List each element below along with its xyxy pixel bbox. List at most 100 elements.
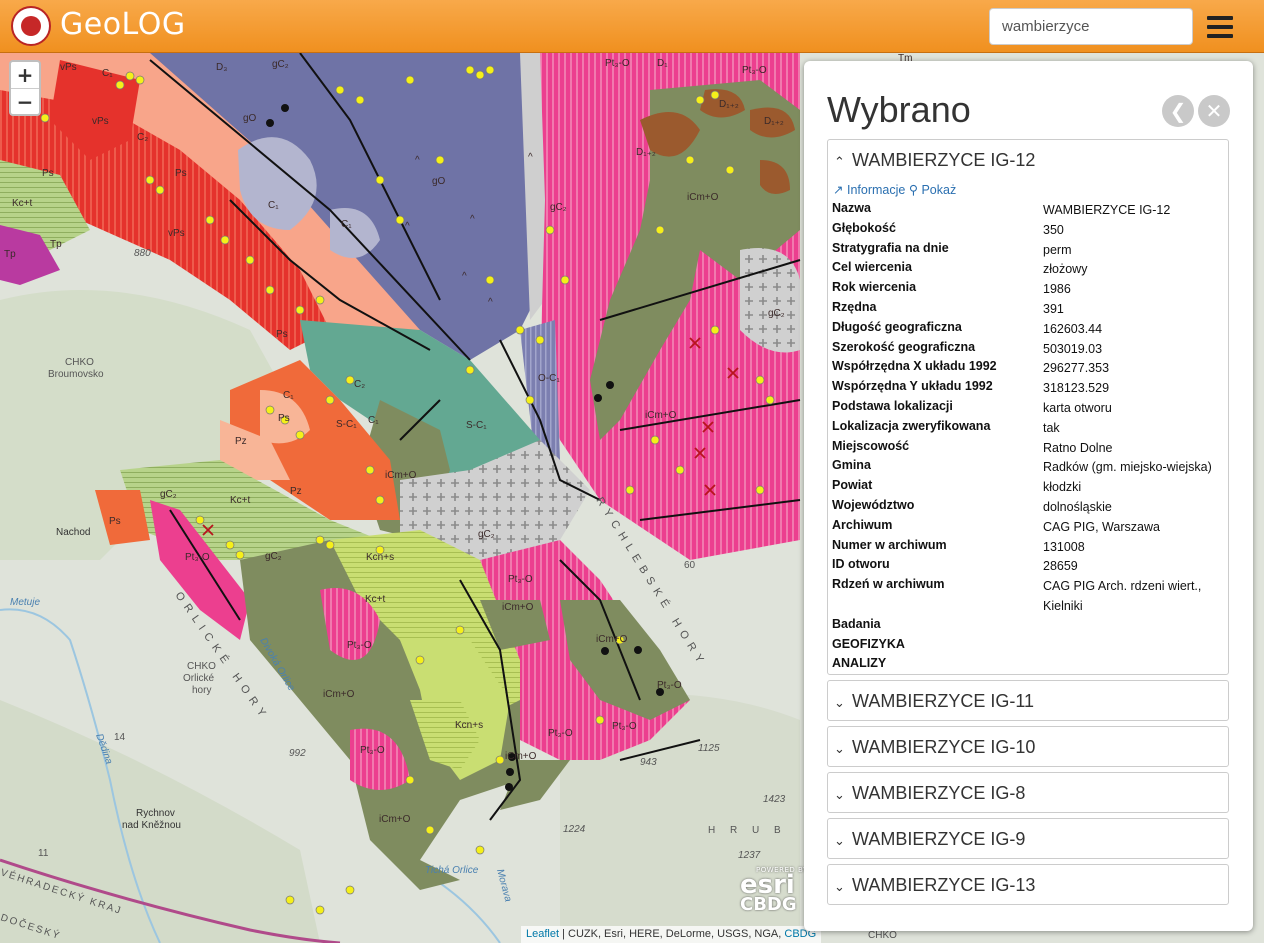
map-label: C₁: [341, 219, 352, 230]
map-label: iCm+O: [385, 470, 417, 481]
detail-value: dolnośląskie: [1043, 499, 1112, 514]
app-title[interactable]: GeoLOG: [60, 7, 186, 42]
map-label: C₁: [268, 200, 279, 211]
map-label: gC₂: [768, 308, 785, 319]
map-label: Ps: [42, 168, 54, 179]
detail-value: 391: [1043, 301, 1064, 316]
map-label: D₁₊₂: [636, 147, 656, 158]
detail-key: Nazwa: [832, 201, 871, 215]
chevron-down-icon: ⌄: [834, 742, 845, 757]
esri-wordmark: esri: [740, 870, 795, 900]
borehole-accordion[interactable]: ⌄ WAMBIERZYCE IG-11: [827, 680, 1229, 721]
borehole-accordion[interactable]: ⌄ WAMBIERZYCE IG-9: [827, 818, 1229, 859]
map-marker-icon: ⚲: [908, 183, 918, 197]
detail-value: 28659: [1043, 559, 1078, 574]
map-label: Ps: [109, 516, 121, 527]
borehole-accordion[interactable]: ⌄ WAMBIERZYCE IG-10: [827, 726, 1229, 767]
map-label: C₁: [102, 68, 113, 79]
external-link-icon: ↗: [833, 183, 844, 197]
detail-value: Ratno Dolne: [1043, 440, 1113, 455]
detail-key: Szerokość geograficzna: [832, 339, 976, 354]
show-link[interactable]: Pokaż: [921, 183, 956, 197]
detail-key: Rdzeń w archiwum: [832, 577, 945, 592]
map-label: nad Kněžnou: [122, 820, 181, 831]
map-label: ^: [528, 152, 533, 163]
map-label: Ps: [278, 413, 290, 424]
geolog-logo-icon[interactable]: [11, 6, 51, 46]
detail-key: Głębokość: [832, 220, 896, 235]
app-header: GeoLOG wambierzyce: [0, 0, 1264, 53]
map-label: Nachod: [56, 527, 90, 538]
map-label: 880: [134, 248, 151, 259]
chevron-up-icon: ⌃: [834, 155, 845, 170]
zoom-control: + −: [9, 60, 41, 116]
map-label: Kc+t: [365, 594, 386, 605]
panel-title: Wybrano: [827, 89, 971, 130]
detail-value: kłodzki: [1043, 480, 1082, 495]
detail-value: Radków (gm. miejsko-wiejska): [1043, 460, 1212, 475]
back-arrow-icon[interactable]: ❮: [1162, 95, 1194, 127]
detail-value: WAMBIERZYCE IG-12: [1043, 203, 1171, 217]
map-label: CHKO: [65, 357, 94, 368]
map-label: vPs: [92, 116, 109, 127]
detail-value: perm: [1043, 242, 1072, 257]
borehole-name: WAMBIERZYCE IG-10: [852, 737, 1036, 757]
map-label: ^: [405, 221, 410, 232]
map-label: Pt₃-O: [360, 745, 385, 756]
detail-key: Cel wiercenia: [832, 260, 912, 275]
search-input[interactable]: wambierzyce: [989, 8, 1193, 45]
leaflet-link[interactable]: Leaflet: [526, 928, 559, 940]
borehole-accordion[interactable]: ⌄ WAMBIERZYCE IG-8: [827, 772, 1229, 813]
detail-value: karta otworu: [1043, 400, 1112, 415]
info-link[interactable]: Informacje: [847, 183, 905, 197]
detail-key: Rzędna: [832, 299, 877, 314]
map-label: gC₂: [550, 202, 567, 213]
detail-value: CAG PIG Arch. rdzeni wiert., Kielniki: [1043, 579, 1202, 613]
map-label: H R U B: [708, 825, 787, 836]
zoom-in-button[interactable]: +: [11, 62, 39, 89]
map-label: hory: [192, 685, 211, 696]
map-label: Pt₃-O: [657, 680, 682, 691]
zoom-out-button[interactable]: −: [11, 89, 39, 115]
detail-value: CAG PIG, Warszawa: [1043, 519, 1160, 534]
map-label: vPs: [60, 62, 77, 73]
selection-panel: Wybrano ❮ ✕ ⌃ WAMBIERZYCE IG-12 ↗ Informa…: [804, 61, 1253, 931]
detail-key: Archiwum: [832, 517, 893, 532]
map-label: C₁: [368, 415, 379, 426]
map-label: Broumovsko: [48, 369, 104, 380]
chevron-down-icon: ⌄: [834, 788, 845, 803]
map-label: 60: [684, 560, 696, 571]
map-label: iCm+O: [596, 634, 628, 645]
map-label: D₃: [216, 62, 227, 73]
detail-key: Stratygrafia na dnie: [832, 240, 949, 255]
detail-key: Powiat: [832, 478, 873, 493]
menu-hamburger-icon[interactable]: [1207, 16, 1233, 38]
borehole-accordion[interactable]: ⌄ WAMBIERZYCE IG-13: [827, 864, 1229, 905]
map-label: iCm+O: [502, 602, 534, 613]
map-label: 1423: [763, 794, 786, 805]
map-label: Pt₃-O: [347, 640, 372, 651]
map-label: Ps: [276, 329, 288, 340]
borehole-accordion-expanded: ⌃ WAMBIERZYCE IG-12 ↗ Informacje ⚲ Pokaż …: [827, 139, 1229, 675]
chevron-down-icon: ⌄: [834, 880, 845, 895]
detail-value: tak: [1043, 420, 1060, 435]
detail-key: Długość geograficzna: [832, 319, 962, 334]
map-label: gC₂: [272, 59, 289, 70]
accordion-header[interactable]: ⌃ WAMBIERZYCE IG-12: [828, 140, 1228, 180]
map-label: Pz: [290, 486, 302, 497]
map-label: C₁: [283, 390, 294, 401]
map-label: Kc+t: [12, 198, 33, 209]
map-label: Pt₃-O: [508, 574, 533, 585]
detail-value: 1986: [1043, 282, 1071, 297]
detail-key: Podstawa lokalizacji: [832, 398, 953, 413]
map-label: D₁₊₂: [764, 116, 784, 127]
map-label: Kc+t: [230, 495, 251, 506]
map-label: 11: [38, 848, 49, 859]
cbdg-wordmark: CBDG: [740, 894, 797, 915]
close-circle-icon[interactable]: ✕: [1198, 95, 1230, 127]
detail-key: GEOFIZYKA: [832, 636, 905, 651]
map-label: gO: [432, 176, 446, 187]
map-label: vPs: [168, 228, 185, 239]
detail-key: Lokalizacja zweryfikowana: [832, 418, 991, 433]
map-attribution: Leaflet | CUZK, Esri, HERE, DeLorme, USG…: [521, 926, 822, 943]
